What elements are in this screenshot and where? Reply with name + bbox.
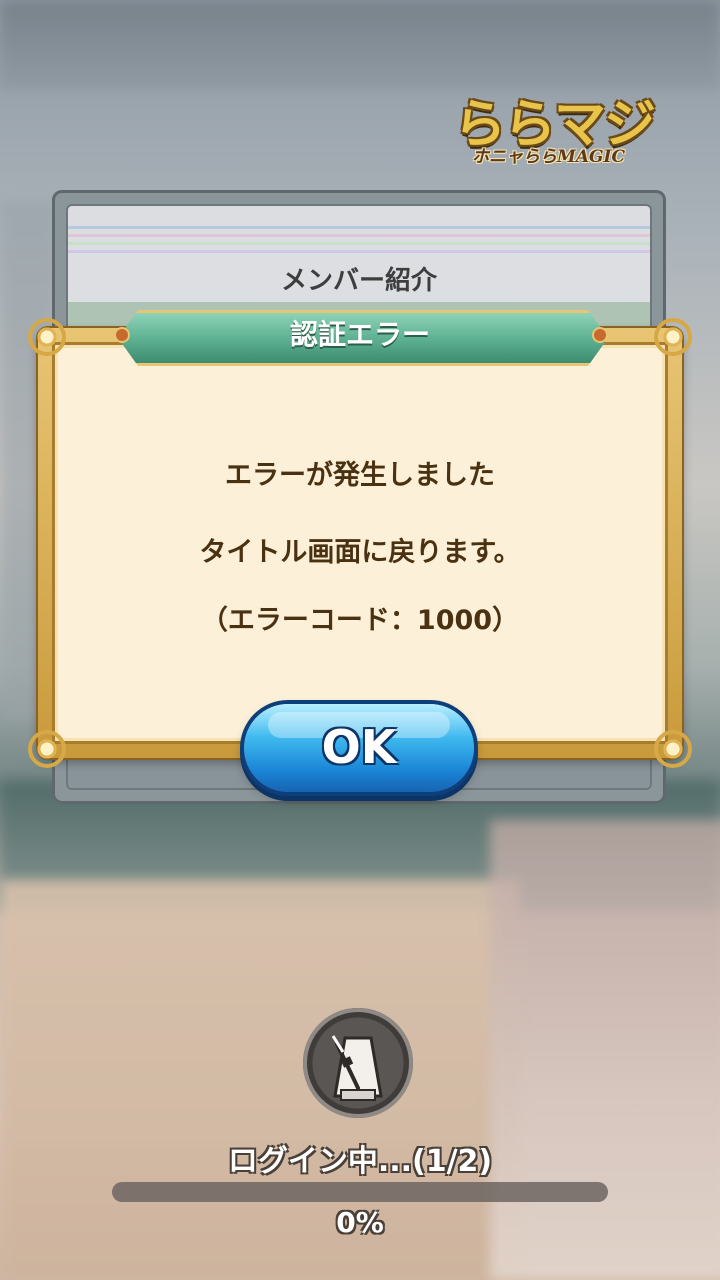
screen: ららマジ ホニャららMAGIC メンバー紹介 認証エラー エラーが発生しました …	[0, 0, 720, 1280]
logo-sub-text: ホニャららMAGIC	[472, 147, 626, 167]
member-intro-title: メンバー紹介	[280, 266, 437, 296]
dialog-title: 認証エラー	[289, 318, 430, 351]
login-status-text: ログイン中...(1/2)	[227, 1144, 493, 1179]
ok-button-label: OK	[321, 720, 397, 774]
error-code-text: （エラーコード：1000）	[200, 605, 520, 636]
login-progress-percent: 0%	[336, 1206, 384, 1239]
game-logo: ららマジ ホニャららMAGIC	[448, 82, 668, 174]
background-window	[0, 0, 720, 90]
decorative-stripe	[68, 226, 650, 229]
ornament-corner-icon	[28, 730, 66, 768]
ornament-corner-icon	[654, 730, 692, 768]
decorative-stripe	[68, 242, 650, 245]
ornament-corner-icon	[28, 318, 66, 356]
ok-button[interactable]: OK	[244, 704, 474, 792]
login-progress-bar	[112, 1182, 608, 1202]
ornament-corner-icon	[654, 318, 692, 356]
decorative-stripe	[68, 234, 650, 237]
error-message-line: エラーが発生しました	[225, 460, 495, 491]
metronome-icon-graphic	[331, 1035, 383, 1101]
decorative-stripe	[68, 250, 650, 253]
metronome-icon	[303, 1008, 413, 1118]
error-message-line: タイトル画面に戻ります。	[199, 537, 521, 568]
